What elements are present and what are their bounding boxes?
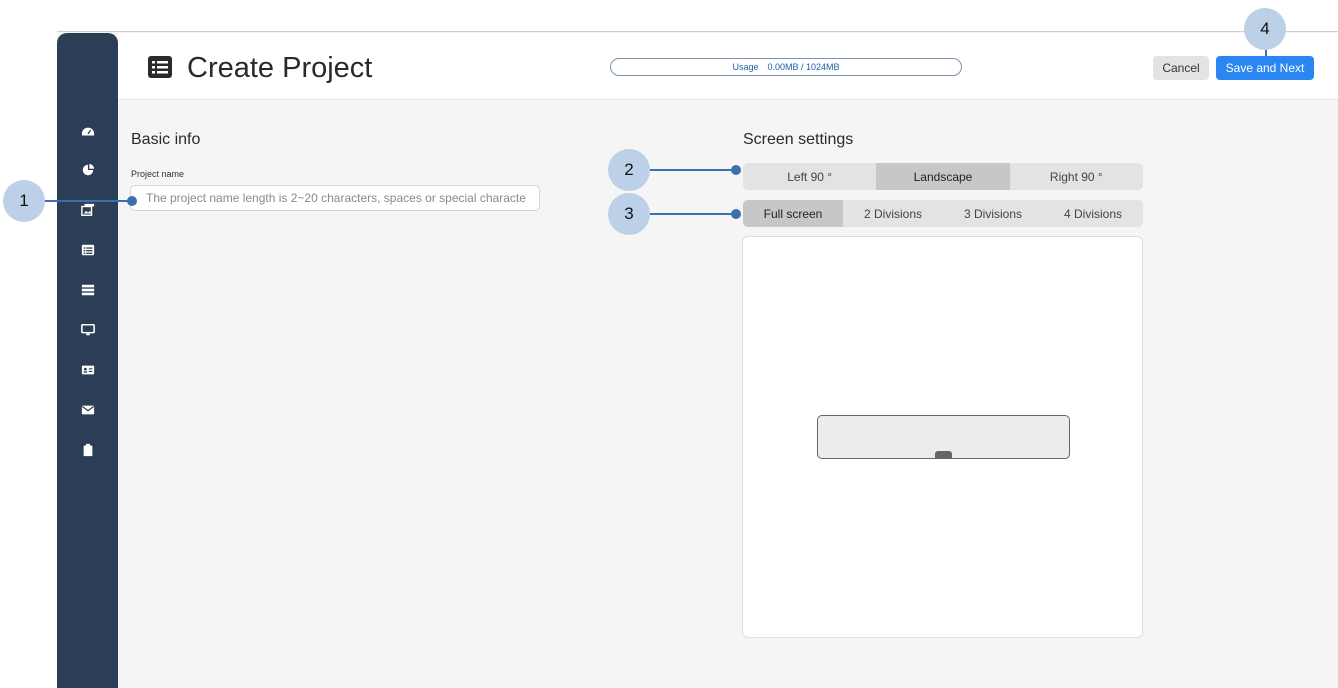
division-3[interactable]: 3 Divisions: [943, 200, 1043, 227]
callout-1-line: [45, 200, 133, 202]
screen-stand-icon: [935, 451, 952, 459]
usage-value: 0.00MB / 1024MB: [767, 62, 840, 72]
server-icon[interactable]: [57, 280, 118, 300]
pie-chart-icon[interactable]: [57, 160, 118, 180]
save-and-next-button[interactable]: Save and Next: [1216, 56, 1314, 80]
division-full-screen[interactable]: Full screen: [743, 200, 843, 227]
callout-3: 3: [608, 193, 650, 235]
orientation-left-90[interactable]: Left 90 °: [743, 163, 876, 190]
list-icon: [148, 56, 172, 78]
division-4[interactable]: 4 Divisions: [1043, 200, 1143, 227]
orientation-selector: Left 90 ° Landscape Right 90 °: [743, 163, 1143, 190]
sidebar: [57, 33, 118, 688]
screen-settings-heading: Screen settings: [743, 131, 854, 148]
callout-2-line: [650, 169, 736, 171]
callout-3-line: [650, 213, 736, 215]
envelope-icon[interactable]: [57, 400, 118, 420]
callout-1-dot: [127, 196, 137, 206]
basic-info-heading: Basic info: [131, 131, 201, 148]
orientation-landscape[interactable]: Landscape: [876, 163, 1010, 190]
page-title: Create Project: [187, 52, 373, 84]
orientation-right-90[interactable]: Right 90 °: [1010, 163, 1143, 190]
cancel-button[interactable]: Cancel: [1153, 56, 1209, 80]
screen: Create Project Usage 0.00MB / 1024MB Can…: [0, 0, 1338, 688]
monitor-icon[interactable]: [57, 320, 118, 340]
callout-2-dot: [731, 165, 741, 175]
callout-4: 4: [1244, 8, 1286, 50]
callout-1: 1: [3, 180, 45, 222]
usage-label: Usage: [732, 62, 759, 72]
project-name-input[interactable]: [130, 185, 540, 211]
division-2[interactable]: 2 Divisions: [843, 200, 943, 227]
list-icon[interactable]: [57, 240, 118, 260]
division-selector: Full screen 2 Divisions 3 Divisions 4 Di…: [743, 200, 1143, 227]
callout-3-dot: [731, 209, 741, 219]
id-card-icon[interactable]: [57, 360, 118, 380]
clipboard-icon[interactable]: [57, 440, 118, 460]
project-name-label: Project name: [131, 169, 185, 179]
app-window: [57, 31, 1338, 688]
media-icon[interactable]: [57, 200, 118, 220]
usage-indicator: Usage 0.00MB / 1024MB: [610, 58, 962, 76]
callout-4-line: [1265, 50, 1267, 56]
dashboard-icon[interactable]: [57, 122, 118, 142]
callout-2: 2: [608, 149, 650, 191]
